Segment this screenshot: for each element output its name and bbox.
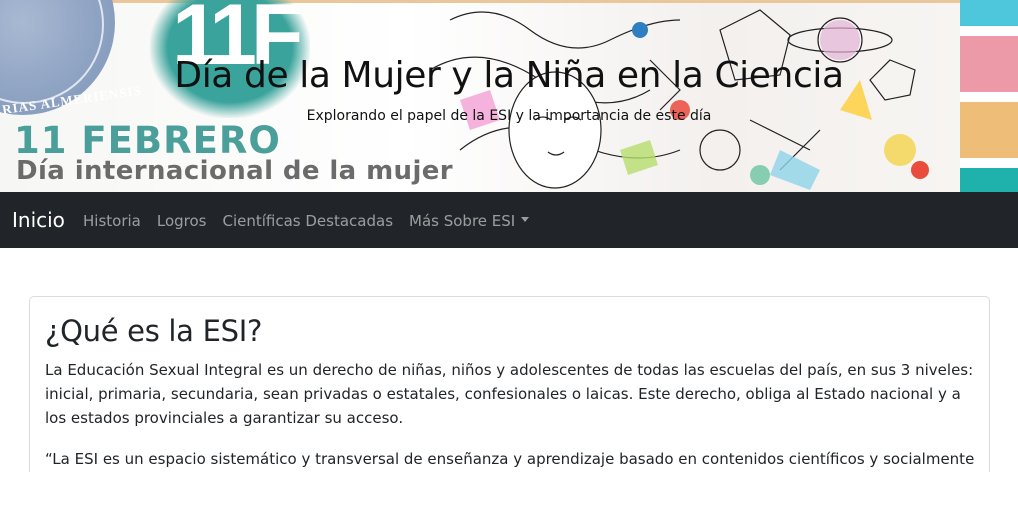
nav-item: Más Sobre ESI [409,212,545,231]
main-navbar: Inicio Historia Logros Científicas Desta… [0,192,1018,248]
nav-item: Científicas Destacadas [222,212,409,231]
color-strip-teal [960,168,1018,192]
card-quote-paragraph: “La ESI es un espacio sistemático y tran… [45,450,975,468]
nav-item: Logros [157,212,223,231]
nav-links: Historia Logros Científicas Destacadas M… [83,212,545,231]
page-title: Día de la Mujer y la Niña en la Ciencia [174,55,844,96]
card-title: ¿Qué es la ESI? [45,314,263,348]
nav-brand-home[interactable]: Inicio [12,208,65,232]
hero-banner: ERIAS ALMERIENSIS 11F 11 FEBRERO Día int… [0,0,1018,192]
nav-dropdown-label: Más Sobre ESI [409,212,516,230]
color-strip-gap [960,158,1018,168]
nav-link-cientificas[interactable]: Científicas Destacadas [222,212,393,230]
nav-item: Historia [83,212,157,231]
nav-link-logros[interactable]: Logros [157,212,207,230]
banner-international-day-text: Día internacional de la mujer [16,156,454,186]
caret-down-icon [521,217,530,222]
viewport-bottom-blank [0,472,1018,528]
nav-dropdown-mas-sobre-esi[interactable]: Más Sobre ESI [409,212,530,230]
esi-card: ¿Qué es la ESI? La Educación Sexual Inte… [29,296,990,498]
card-paragraph: La Educación Sexual Integral es un derec… [45,361,974,427]
nav-link-historia[interactable]: Historia [83,212,141,230]
science-illustration [429,9,929,190]
color-strip-gap [960,26,1018,36]
color-strip-cyan [960,0,1018,26]
page-subtitle: Explorando el papel de la ESI y la impor… [306,108,712,124]
